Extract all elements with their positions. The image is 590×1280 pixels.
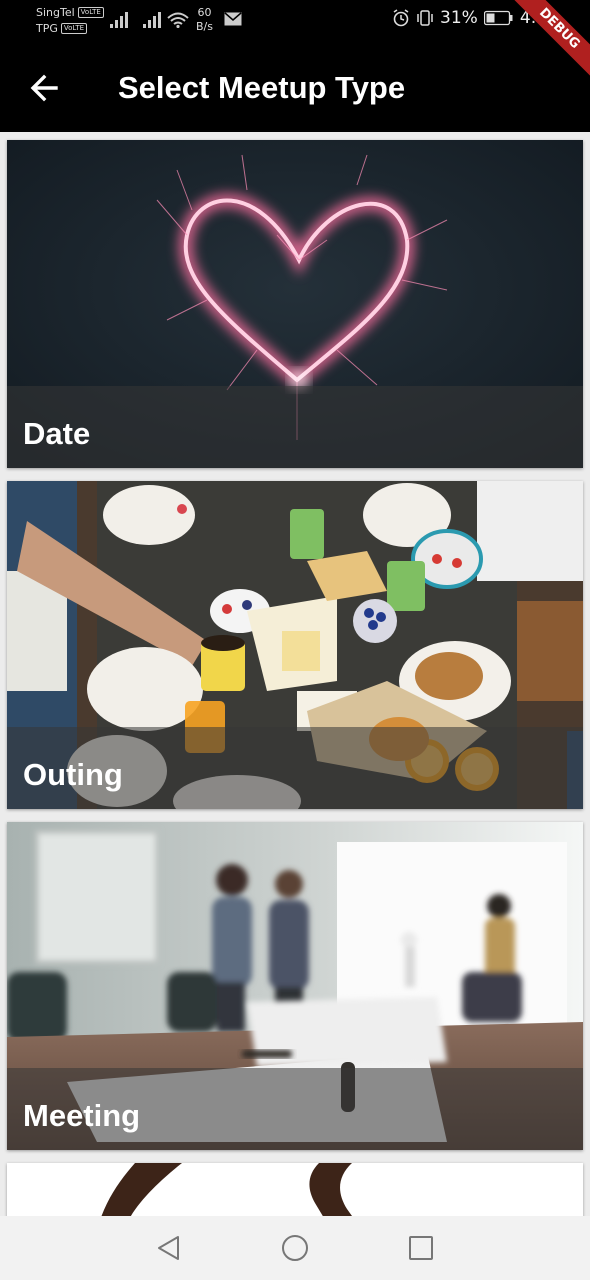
net-speed: 60 B/s (196, 6, 213, 34)
signal-icon (110, 12, 128, 28)
meetup-type-list[interactable]: Date Outing Meeting (0, 132, 590, 1216)
mail-icon (224, 12, 242, 26)
wifi-icon (167, 12, 189, 28)
carrier-2: TPG (36, 22, 58, 35)
partial-card-image (7, 1163, 583, 1216)
meetup-card-date[interactable]: Date (7, 140, 583, 468)
page-title: Select Meetup Type (118, 70, 406, 105)
battery-icon (483, 10, 513, 26)
carrier-1: SingTel (36, 6, 75, 19)
net-speed-value: 60 (197, 6, 212, 19)
alarm-icon (393, 9, 409, 27)
system-nav-bar (0, 1216, 590, 1280)
square-recent-icon[interactable] (406, 1233, 436, 1263)
triangle-back-icon[interactable] (154, 1233, 184, 1263)
meetup-card-partial[interactable] (7, 1163, 583, 1216)
signal-icon (143, 12, 161, 28)
app-bar: Select Meetup Type (0, 44, 590, 132)
card-label: Date (23, 416, 91, 451)
status-bar: SingTel VoLTE TPG VoLTE 60 B/s 31% (0, 0, 590, 44)
meetup-card-outing[interactable]: Outing (7, 481, 583, 809)
volte-badge: VoLTE (60, 23, 88, 34)
vibrate-icon (417, 10, 433, 26)
card-label-overlay (7, 386, 583, 468)
arrow-back-icon[interactable] (26, 66, 66, 110)
volte-badge: VoLTE (77, 7, 104, 18)
net-speed-unit: B/s (196, 20, 213, 33)
card-label: Meeting (23, 1098, 141, 1133)
carrier-info: SingTel VoLTE TPG VoLTE (36, 5, 104, 37)
battery-percent: 31% (440, 8, 478, 28)
card-label: Outing (23, 757, 123, 792)
meetup-card-meeting[interactable]: Meeting (7, 822, 583, 1150)
circle-home-icon[interactable] (280, 1233, 310, 1263)
